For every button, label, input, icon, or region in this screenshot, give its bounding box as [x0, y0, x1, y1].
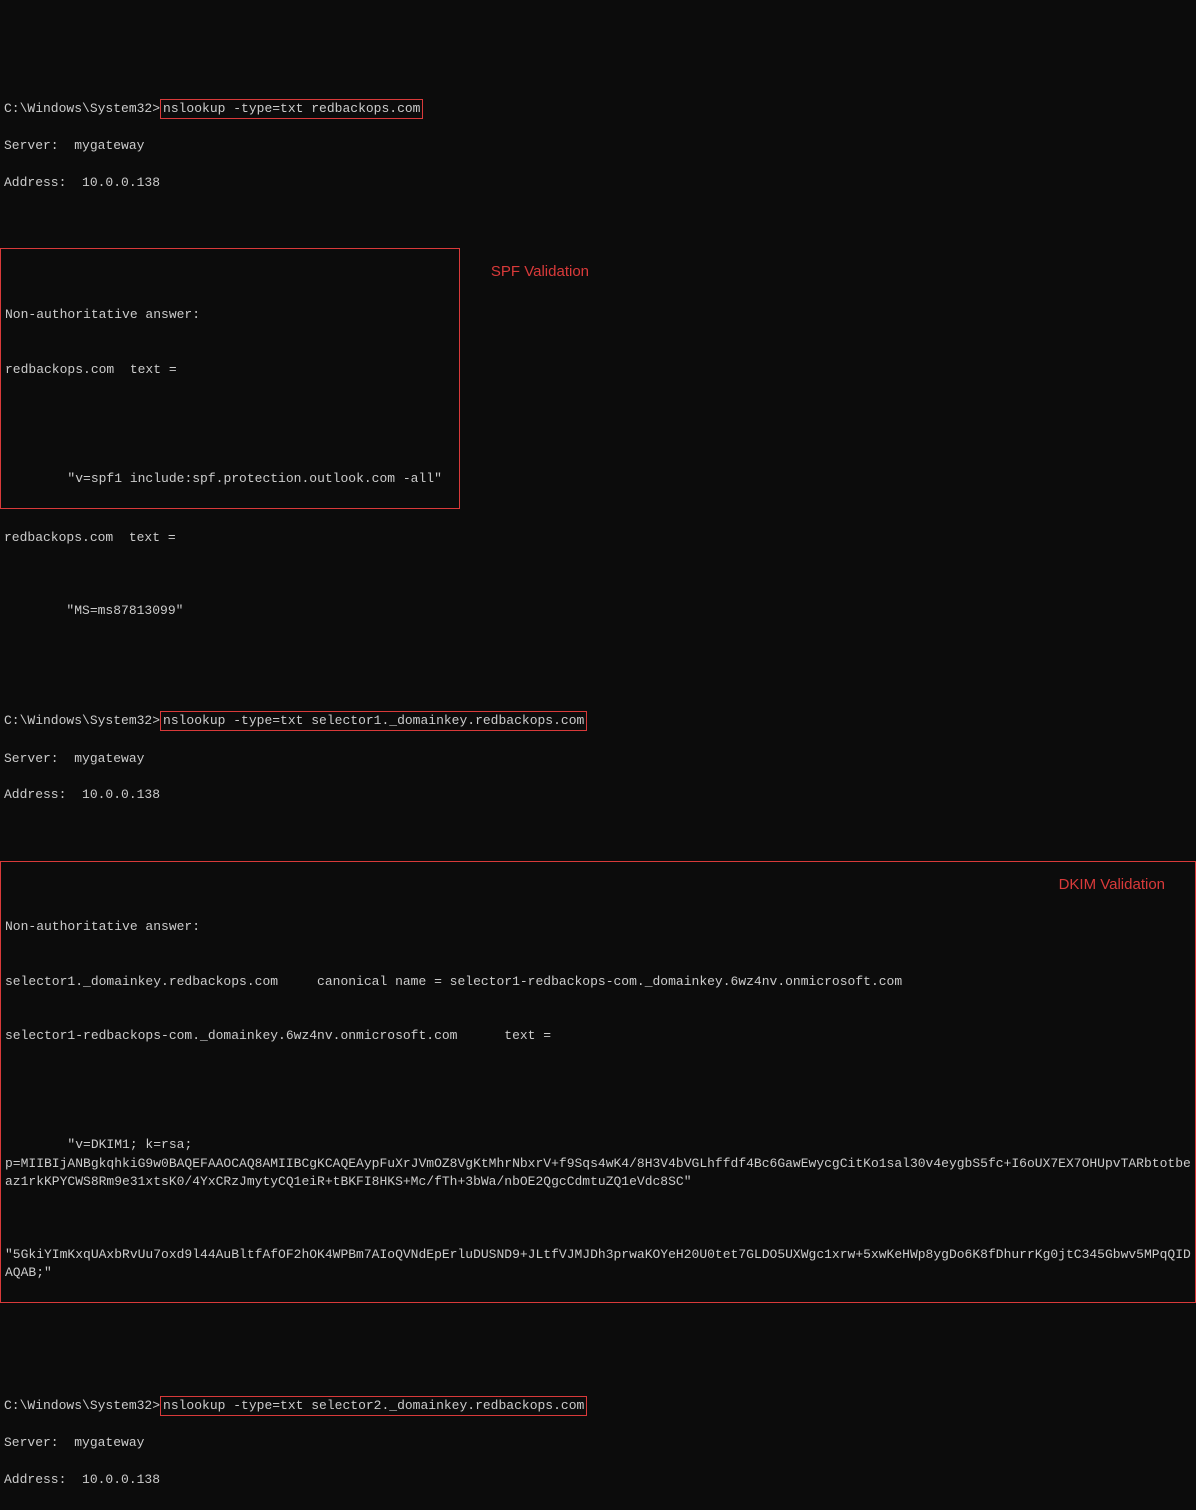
prompt: C:\Windows\System32> [4, 101, 160, 116]
txt-record-line: redbackops.com text = [0, 529, 1196, 547]
command-highlight: nslookup -type=txt selector1._domainkey.… [160, 711, 587, 731]
txt-header: selector1-redbackops-com._domainkey.6wz4… [5, 1027, 1191, 1045]
blank-line [0, 1507, 1196, 1510]
answer-header: Non-authoritative answer: [5, 918, 1191, 936]
command-line[interactable]: C:\Windows\System32>nslookup -type=txt s… [0, 1396, 1196, 1416]
server-line: Server: mygateway [0, 137, 1196, 155]
blank-line [0, 210, 1196, 228]
dkim-section-1: DKIM Validation Non-authoritative answer… [0, 861, 1196, 1304]
server-line: Server: mygateway [0, 750, 1196, 768]
blank-line [5, 415, 455, 433]
txt-record-value: "5GkiYImKxqUAxbRvUu7oxd9l44AuBltfAfOF2hO… [5, 1227, 1191, 1282]
address-line: Address: 10.0.0.138 [0, 174, 1196, 192]
prompt: C:\Windows\System32> [4, 713, 160, 728]
blank-line [0, 822, 1196, 840]
blank-line [0, 566, 1196, 584]
prompt: C:\Windows\System32> [4, 1398, 160, 1413]
command-highlight: nslookup -type=txt redbackops.com [160, 99, 423, 119]
txt-record-value: "MS=ms87813099" [0, 602, 1196, 620]
command-line[interactable]: C:\Windows\System32>nslookup -type=txt s… [0, 711, 1196, 731]
cname-line: selector1._domainkey.redbackops.com cano… [5, 973, 1191, 991]
dkim-label: DKIM Validation [1059, 874, 1165, 895]
spf-label: SPF Validation [491, 261, 589, 282]
address-line: Address: 10.0.0.138 [0, 1471, 1196, 1489]
blank-line [5, 1082, 1191, 1100]
answer-header: Non-authoritative answer: [5, 306, 455, 324]
blank-line [0, 638, 1196, 656]
server-line: Server: mygateway [0, 1434, 1196, 1452]
txt-record-value: "v=DKIM1; k=rsa; p=MIIBIjANBgkqhkiG9w0BA… [5, 1136, 1191, 1191]
command-line[interactable]: C:\Windows\System32>nslookup -type=txt r… [0, 99, 1196, 119]
blank-line [0, 1323, 1196, 1341]
command-highlight: nslookup -type=txt selector2._domainkey.… [160, 1396, 587, 1416]
txt-record-line: redbackops.com text = [5, 361, 455, 379]
txt-record-value: "v=spf1 include:spf.protection.outlook.c… [5, 470, 455, 488]
address-line: Address: 10.0.0.138 [0, 786, 1196, 804]
spf-section: SPF Validation Non-authoritative answer:… [0, 248, 460, 509]
